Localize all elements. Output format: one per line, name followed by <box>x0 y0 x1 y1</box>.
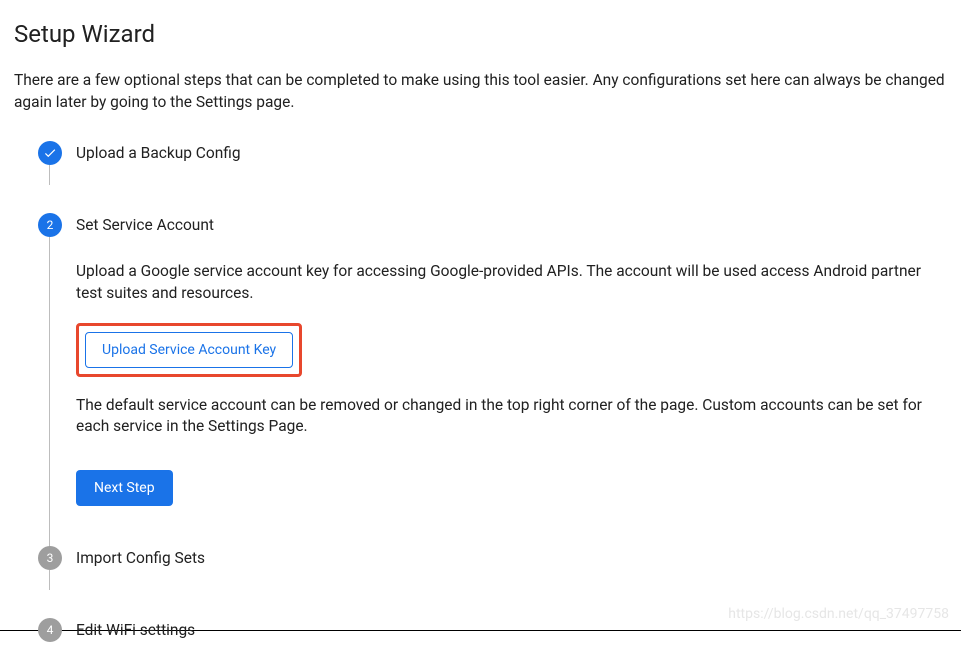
check-icon <box>38 141 62 165</box>
step-label: Edit WiFi settings <box>76 618 947 642</box>
step-content: Upload a Google service account key for … <box>76 237 947 538</box>
step-number-icon: 2 <box>38 213 62 237</box>
step-label: Import Config Sets <box>76 546 947 570</box>
step-import-config-sets[interactable]: 3 Import Config Sets <box>38 546 947 578</box>
step-description-before: Upload a Google service account key for … <box>76 261 947 304</box>
next-step-button[interactable]: Next Step <box>76 470 173 506</box>
step-number-icon: 4 <box>38 618 62 642</box>
highlight-box: Upload Service Account Key <box>76 323 302 377</box>
stepper: Upload a Backup Config 2 Set Service Acc… <box>14 141 947 650</box>
step-set-service-account: 2 Set Service Account Upload a Google se… <box>38 213 947 546</box>
step-description-after: The default service account can be remov… <box>76 395 947 438</box>
step-label: Upload a Backup Config <box>76 141 947 165</box>
step-number-icon: 3 <box>38 546 62 570</box>
step-label: Set Service Account <box>76 213 947 237</box>
step-upload-backup[interactable]: Upload a Backup Config <box>38 141 947 173</box>
intro-text: There are a few optional steps that can … <box>14 70 947 113</box>
upload-service-account-button[interactable]: Upload Service Account Key <box>85 332 293 368</box>
step-edit-wifi[interactable]: 4 Edit WiFi settings <box>38 618 947 650</box>
page-title: Setup Wizard <box>14 20 947 48</box>
